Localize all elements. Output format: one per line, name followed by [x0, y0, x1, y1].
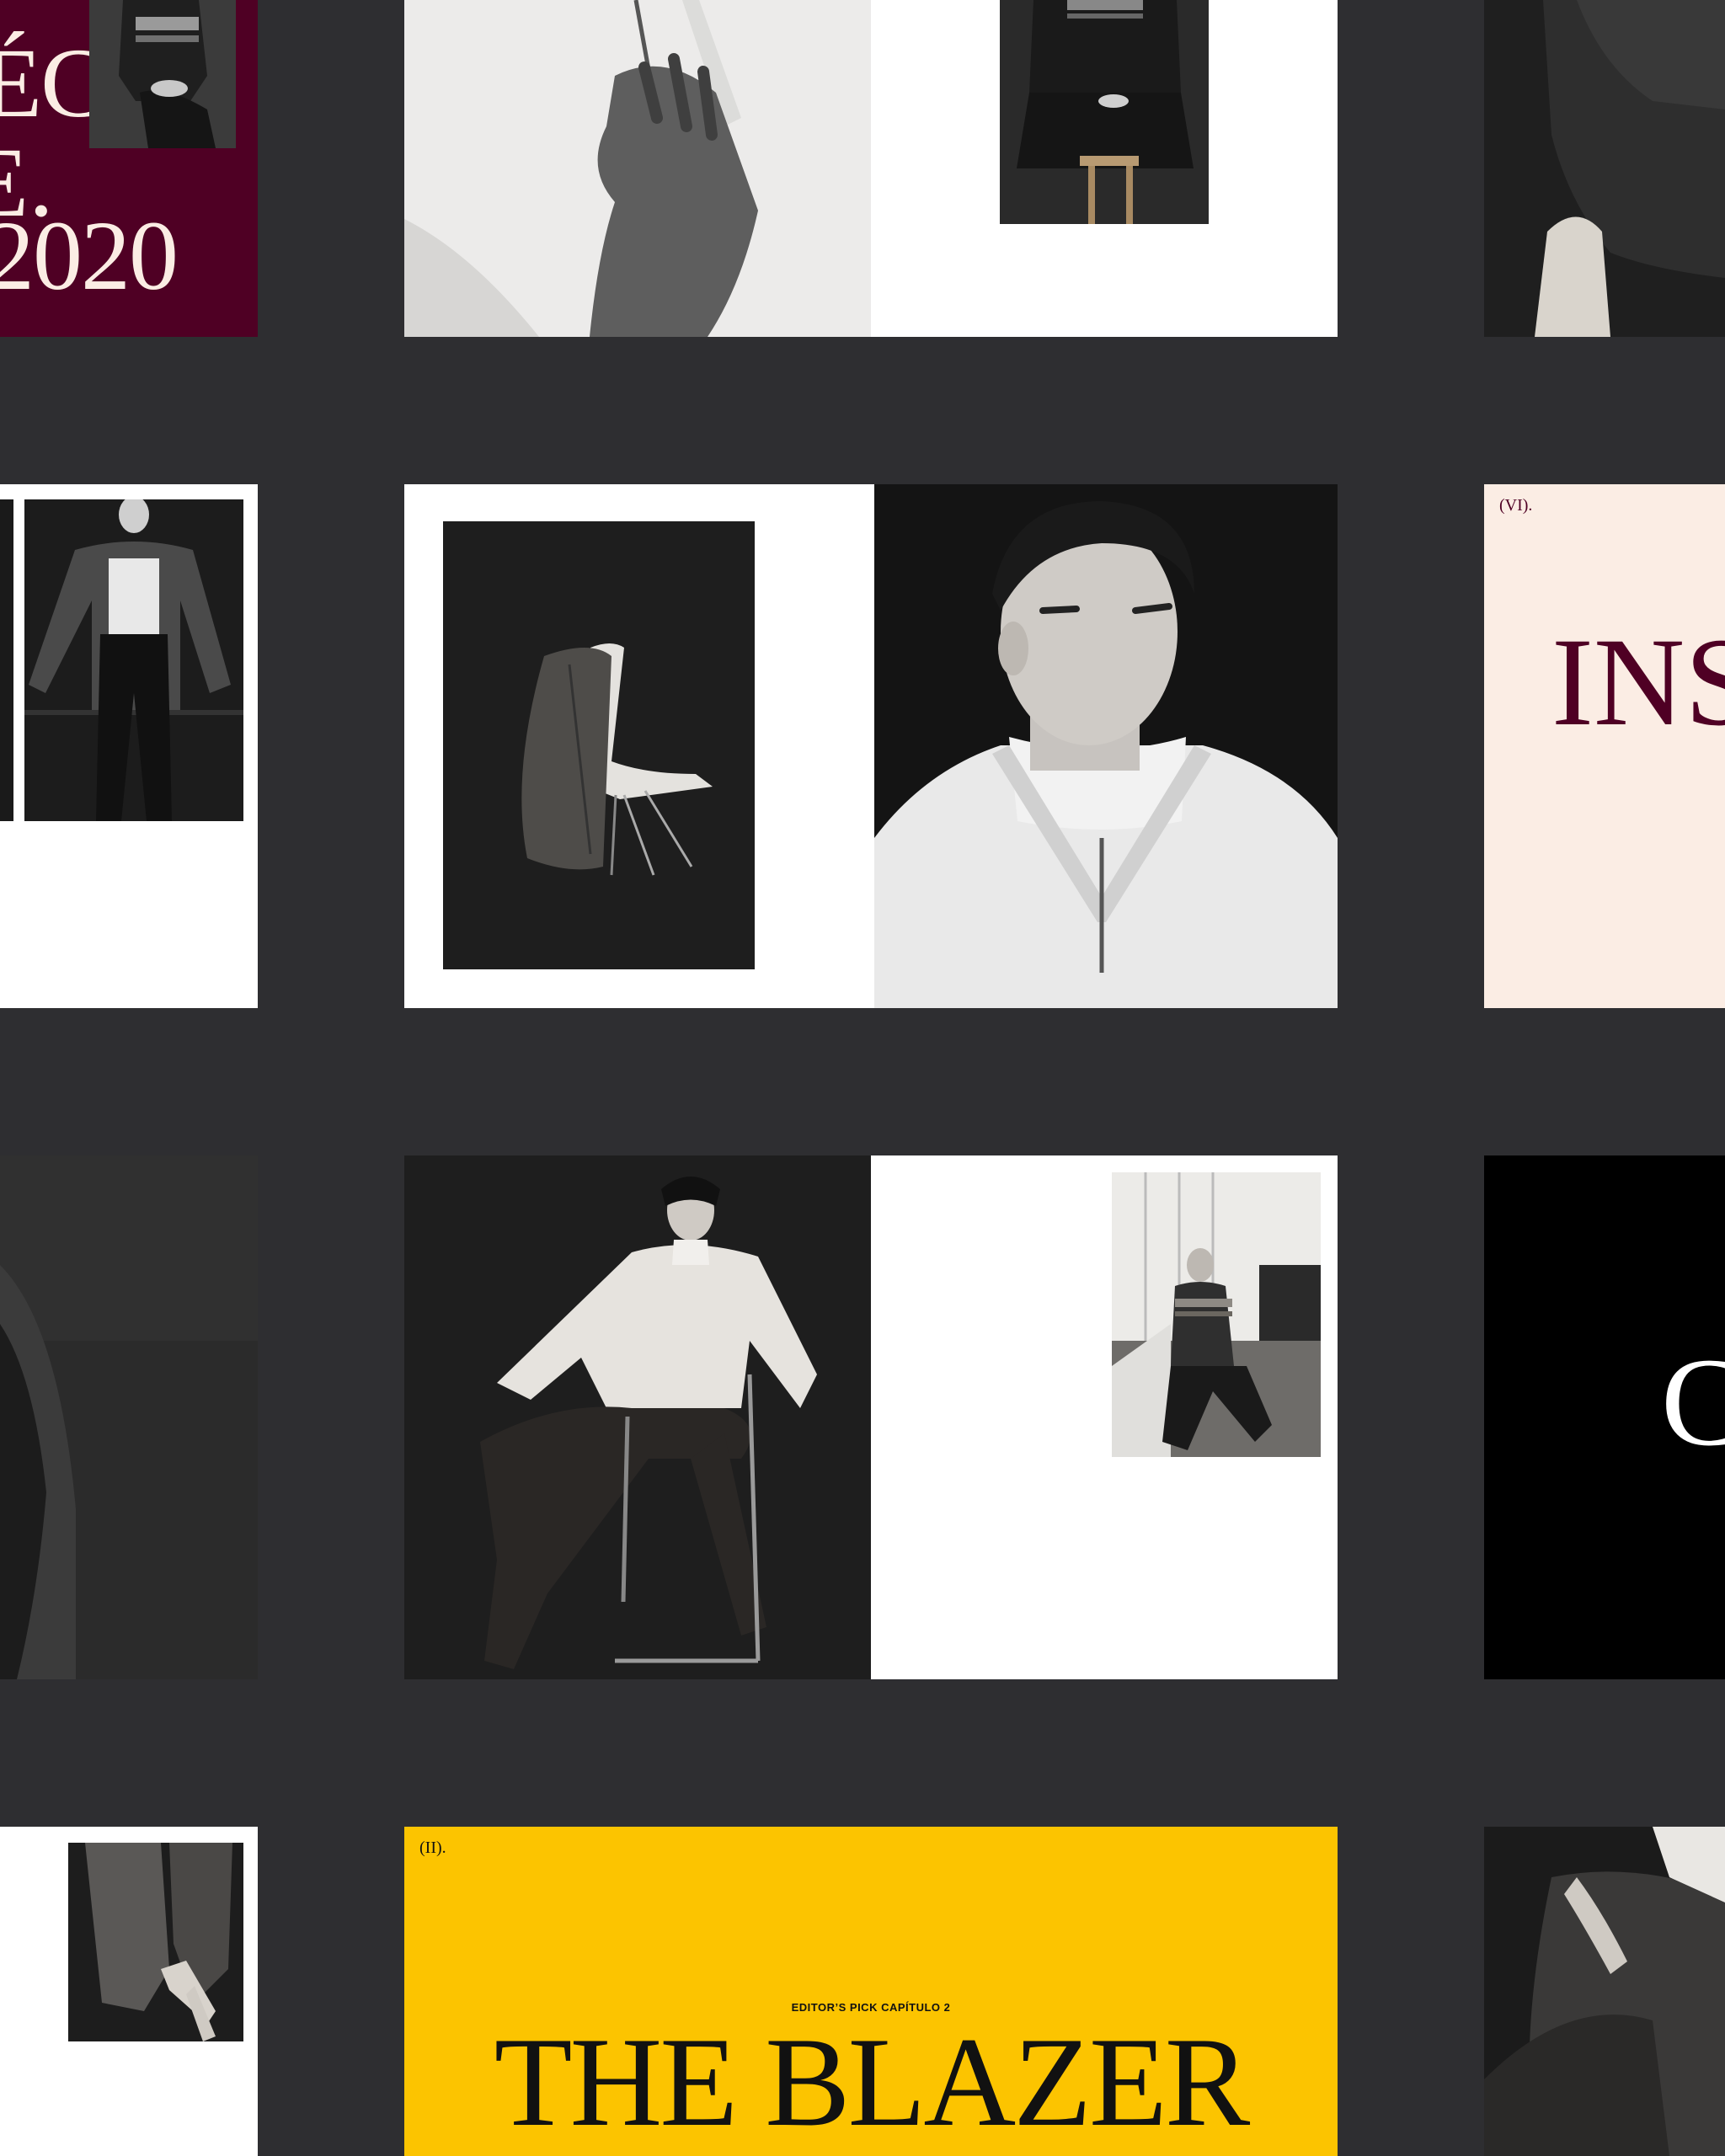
photo-turtleneck-zip-portrait[interactable]: [874, 484, 1338, 1008]
spread-the-blazer[interactable]: (II). EDITOR’S PICK CAPÍTULO 2 THE BLAZE…: [404, 1827, 1338, 2156]
spread-tweed[interactable]: [0, 1155, 258, 1679]
spread-cover[interactable]: ÉCT) E. 2020: [0, 0, 258, 337]
opener-initial: C: [1661, 1332, 1725, 1472]
photo-seated-chair-turtleneck[interactable]: [404, 1155, 871, 1679]
chapter-numeral: (II).: [419, 1838, 446, 1857]
spread-open-coat[interactable]: [0, 484, 258, 1008]
spread-seated-chair[interactable]: [404, 1155, 1338, 1679]
photo-fair-isle-sweater-window[interactable]: [1112, 1172, 1321, 1457]
spread-hand-zip[interactable]: [404, 0, 1338, 337]
spread-black-opener[interactable]: C: [1484, 1155, 1725, 1679]
photo-trench-coat-on-chair[interactable]: [443, 521, 755, 969]
spread-blazer-detail[interactable]: [0, 1827, 258, 2156]
blazer-title: THE BLAZER: [494, 2011, 1251, 2153]
spread-trousers[interactable]: [1484, 1827, 1725, 2156]
photo-model-open-coat-walking[interactable]: [24, 499, 243, 821]
chapter-numeral: (VI).: [1499, 496, 1533, 515]
spread-chair-portrait[interactable]: [404, 484, 1338, 1008]
photo-fair-isle-sweater-seated-stool[interactable]: [1000, 0, 1209, 224]
photo-trousers-pocket-detail[interactable]: [1484, 1827, 1725, 2156]
spread-dark-coat[interactable]: [1484, 0, 1725, 337]
photo-portrait-sweater-seated[interactable]: [89, 0, 236, 148]
photo-strip-left: [0, 499, 13, 821]
inspiration-title: INS: [1551, 612, 1725, 752]
spread-inspiration[interactable]: (VI). INS: [1484, 484, 1725, 1008]
photo-dark-coat-with-chair[interactable]: [1484, 0, 1725, 337]
photo-hand-on-zip-sweater[interactable]: [404, 0, 871, 337]
photo-blazer-hands-detail[interactable]: [68, 1843, 243, 2041]
cover-year: 2020: [0, 200, 179, 311]
photo-tweed-jacket-closeup[interactable]: [0, 1155, 258, 1679]
